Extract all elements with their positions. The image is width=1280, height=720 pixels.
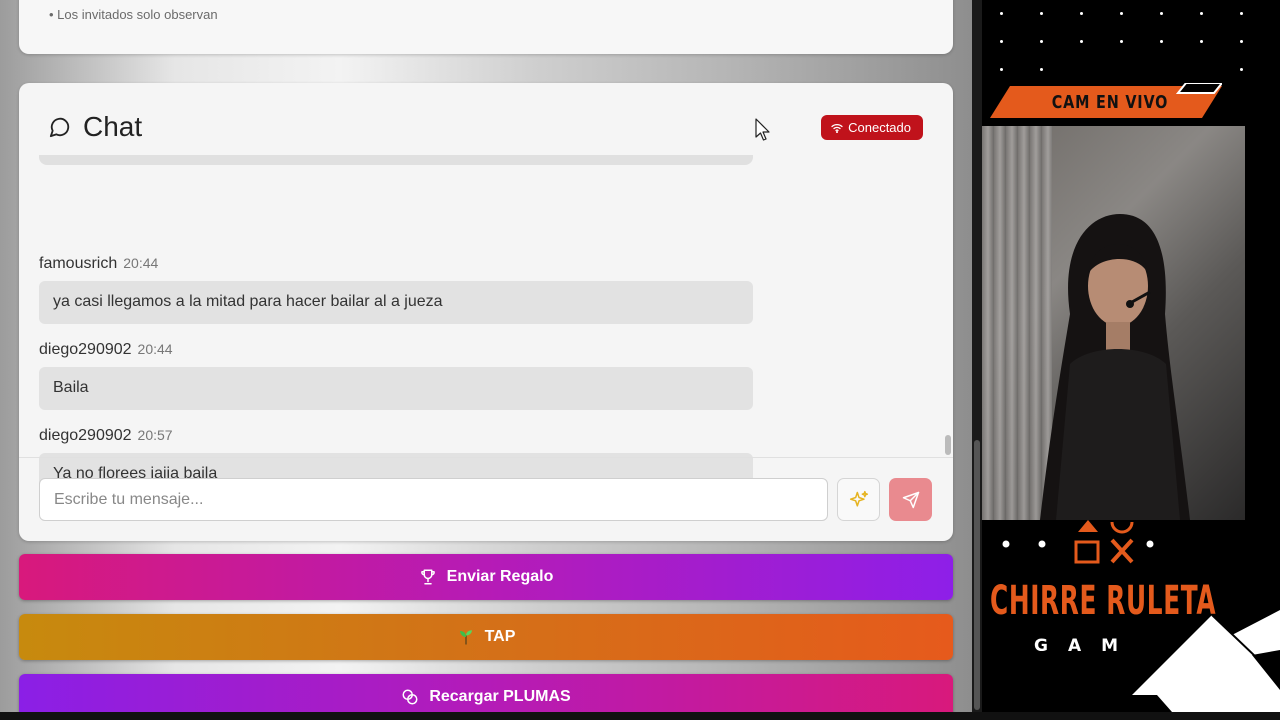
send-gift-button[interactable]: Enviar Regalo <box>19 554 953 600</box>
info-note: • Los invitados solo observan <box>49 7 218 22</box>
trophy-icon <box>420 569 435 585</box>
connection-status-badge: Conectado <box>821 115 923 140</box>
chat-header: Chat Conectado <box>19 83 953 163</box>
chat-scrollbar[interactable] <box>945 435 951 455</box>
decor-dot <box>1240 40 1243 43</box>
bottom-edge-bar <box>0 712 1280 720</box>
decor-dot <box>1200 12 1203 15</box>
decor-dot <box>1080 12 1083 15</box>
message-list: famousrich 20:44 ya casi llegamos a la mi… <box>39 155 755 496</box>
brand-title: CHIRRE RULETA <box>990 578 1217 624</box>
decor-dot <box>1240 12 1243 15</box>
message-bubble: ya casi llegamos a la mitad para hacer b… <box>39 281 753 324</box>
chat-panel: Chat Conectado famousrich 20:44 ya casi l… <box>19 83 953 541</box>
decor-dot <box>1160 12 1163 15</box>
message-meta: diego290902 20:44 <box>39 341 173 359</box>
status-label: Conectado <box>848 120 911 135</box>
message-author: diego290902 <box>39 341 132 358</box>
brand-subtitle: GAM <box>1034 636 1139 656</box>
decor-dot <box>1040 12 1043 15</box>
message-author: diego290902 <box>39 427 132 444</box>
tap-button[interactable]: TAP <box>19 614 953 660</box>
message-input[interactable] <box>39 478 828 521</box>
send-button[interactable] <box>889 478 932 521</box>
message-time: 20:57 <box>137 427 173 443</box>
message-time: 20:44 <box>137 341 173 357</box>
decor-dot <box>1000 12 1003 15</box>
page-scrollbar-thumb[interactable] <box>974 440 980 710</box>
mouse-cursor-icon <box>755 118 770 141</box>
tap-label: TAP <box>484 628 516 645</box>
decor-dot <box>1040 68 1043 71</box>
decor-dot <box>1160 40 1163 43</box>
message-meta: diego290902 20:57 <box>39 427 173 445</box>
stream-overlay: CAM EN VIVO CHIRRE RULETA GAM <box>982 0 1280 712</box>
decor-dot <box>1240 68 1243 71</box>
message-meta: famousrich 20:44 <box>39 255 158 273</box>
speech-bubble-icon <box>49 117 70 138</box>
recharge-plumas-label: Recargar PLUMAS <box>429 688 571 705</box>
cam-label: CAM EN VIVO <box>1051 92 1169 113</box>
page-scrollbar[interactable] <box>972 0 982 720</box>
message-bubble: Baila <box>39 367 753 410</box>
decor-dot <box>1040 40 1043 43</box>
decor-dot <box>1120 40 1123 43</box>
chat-title: Chat <box>83 111 143 142</box>
plant-icon <box>459 630 472 645</box>
message-time: 20:44 <box>123 255 159 271</box>
decor-dot <box>1200 40 1203 43</box>
divider <box>19 457 953 458</box>
send-gift-label: Enviar Regalo <box>446 568 554 585</box>
decor-dot <box>1080 40 1083 43</box>
send-icon <box>902 491 919 508</box>
sparkle-button[interactable] <box>837 478 880 521</box>
decor-dot <box>1000 68 1003 71</box>
decor-dot <box>1120 12 1123 15</box>
message-author: famousrich <box>39 255 118 272</box>
info-card: • Los invitados solo observan <box>19 0 953 54</box>
streamer-silhouette <box>1040 214 1190 520</box>
message-bubble-previous <box>39 155 753 165</box>
sparkle-icon <box>849 490 868 507</box>
webcam-feed <box>982 126 1245 520</box>
coins-icon <box>402 689 418 705</box>
wifi-icon <box>831 123 843 133</box>
decor-dot <box>1000 40 1003 43</box>
